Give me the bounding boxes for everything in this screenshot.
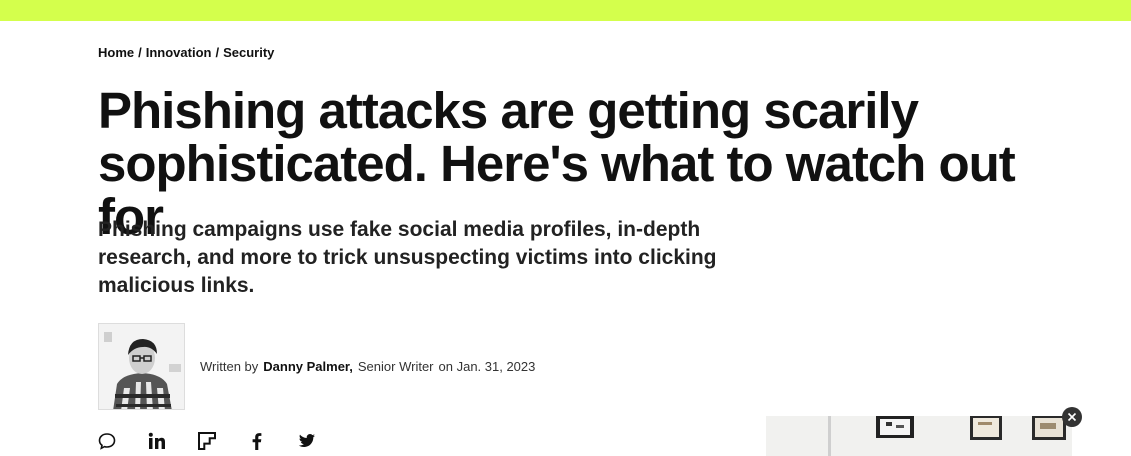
author-avatar[interactable] — [98, 323, 185, 410]
breadcrumb-separator: / — [215, 45, 220, 60]
article-dek: Phishing campaigns use fake social media… — [98, 218, 717, 297]
flipboard-icon[interactable] — [198, 432, 216, 450]
top-banner — [0, 0, 1131, 21]
floating-video-player[interactable] — [766, 416, 1072, 456]
byline: Written by Danny Palmer, Senior Writer o… — [200, 359, 535, 374]
breadcrumb-separator: / — [138, 45, 142, 60]
publish-date: on Jan. 31, 2023 — [438, 359, 536, 374]
breadcrumb-home[interactable]: Home — [98, 45, 134, 60]
breadcrumb-security[interactable]: Security — [223, 45, 274, 60]
author-name-link[interactable]: Danny Palmer, — [263, 359, 353, 374]
close-video-button[interactable] — [1062, 407, 1082, 427]
breadcrumb: Home / Innovation / Security — [98, 45, 274, 60]
facebook-icon[interactable] — [248, 432, 266, 450]
share-bar — [98, 432, 316, 450]
breadcrumb-innovation[interactable]: Innovation — [146, 45, 212, 60]
comment-icon[interactable] — [98, 432, 116, 450]
twitter-icon[interactable] — [298, 432, 316, 450]
linkedin-icon[interactable] — [148, 432, 166, 450]
close-icon — [1067, 412, 1077, 422]
byline-written-by: Written by — [200, 359, 259, 374]
author-title: Senior Writer — [357, 359, 434, 374]
